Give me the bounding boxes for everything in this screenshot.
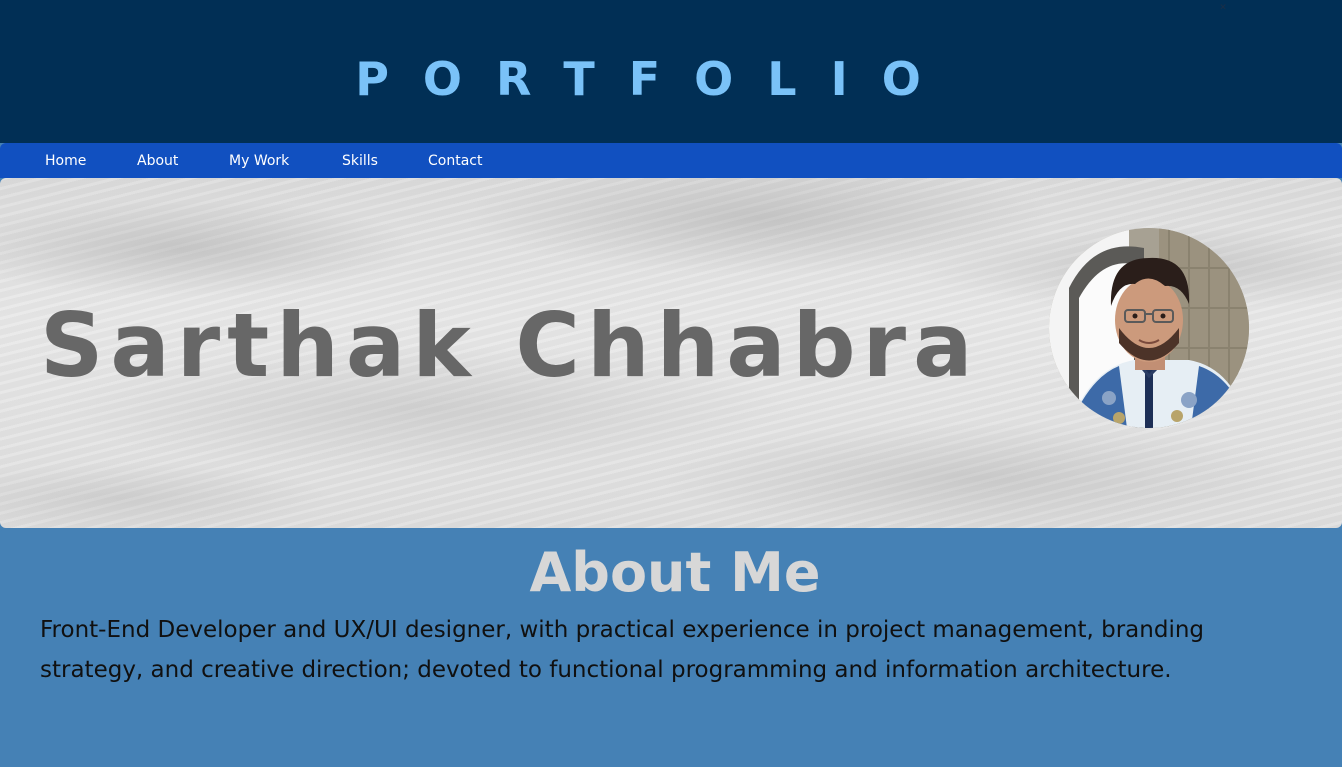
about-heading: About Me <box>529 541 821 604</box>
about-section: About Me Front-End Developer and UX/UI d… <box>0 528 1342 767</box>
nav-link-my-work[interactable]: My Work <box>229 152 289 170</box>
nav-link-home[interactable]: Home <box>45 152 86 170</box>
site-title: PORTFOLIO <box>355 52 955 106</box>
nav-link-about[interactable]: About <box>137 152 178 170</box>
about-description: Front-End Developer and UX/UI designer, … <box>40 617 1205 683</box>
hero-name: Sarthak Chhabra <box>40 294 980 397</box>
nav-link-skills[interactable]: Skills <box>342 152 378 170</box>
nav-link-contact[interactable]: Contact <box>428 152 482 170</box>
profile-photo-illustration <box>1049 228 1249 428</box>
site-header: PORTFOLIO ✕ <box>0 0 1342 143</box>
main-nav: Home About My Work Skills Contact <box>0 143 1342 178</box>
close-icon[interactable]: ✕ <box>1217 3 1229 12</box>
profile-photo <box>1049 228 1249 428</box>
hero-section: Sarthak Chhabra <box>0 178 1342 528</box>
